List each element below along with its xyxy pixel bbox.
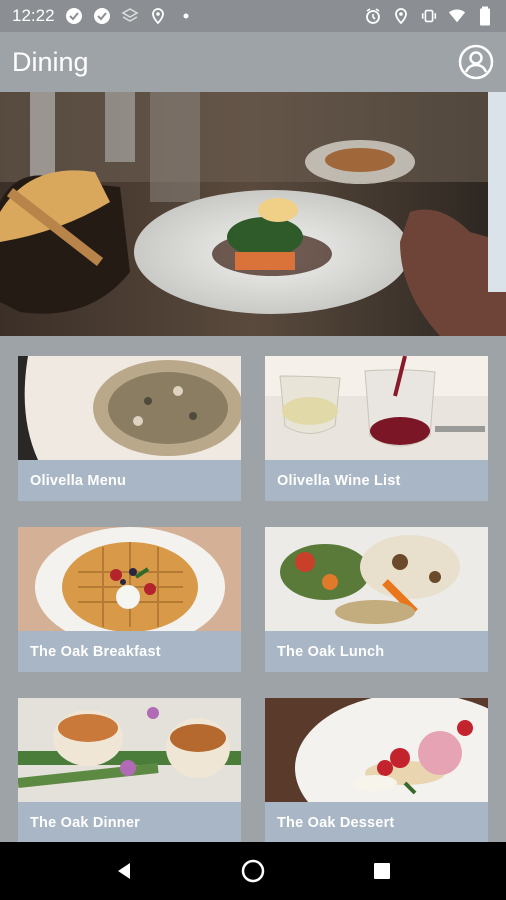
card-the-oak-lunch[interactable]: The Oak Lunch — [265, 527, 488, 672]
system-nav-bar — [0, 842, 506, 900]
wifi-icon — [448, 7, 466, 25]
alarm-icon — [364, 7, 382, 25]
page-title: Dining — [12, 46, 89, 77]
status-bar: 12:22 — [0, 0, 506, 32]
wine-glasses-photo — [265, 356, 488, 460]
back-button[interactable] — [104, 851, 144, 891]
card-olivella-wine-list[interactable]: Olivella Wine List — [265, 356, 488, 501]
back-icon — [118, 863, 131, 879]
layers-icon — [121, 7, 139, 25]
vibrate-icon — [420, 7, 438, 25]
card-the-oak-breakfast[interactable]: The Oak Breakfast — [18, 527, 241, 672]
check-circle-icon — [65, 7, 83, 25]
status-time: 12:22 — [12, 6, 55, 25]
waffle-photo — [18, 527, 241, 631]
card-label: The Oak Dessert — [265, 802, 488, 843]
battery-icon — [476, 6, 494, 26]
scallops-photo — [18, 698, 241, 802]
card-the-oak-dessert[interactable]: The Oak Dessert — [265, 698, 488, 843]
account-circle-icon — [458, 44, 494, 80]
card-label: Olivella Menu — [18, 460, 241, 501]
recents-icon — [373, 863, 390, 879]
card-the-oak-dinner[interactable]: The Oak Dinner — [18, 698, 241, 843]
card-label: The Oak Dinner — [18, 802, 241, 843]
location-pin-icon — [149, 7, 167, 25]
recents-button[interactable] — [362, 851, 402, 891]
card-label: The Oak Lunch — [265, 631, 488, 672]
home-icon — [241, 859, 265, 883]
menu-grid: Olivella Menu Olivella Wine List The Oak… — [0, 336, 506, 843]
risotto-photo — [18, 356, 241, 460]
card-olivella-menu[interactable]: Olivella Menu — [18, 356, 241, 501]
account-button[interactable] — [458, 44, 494, 80]
card-label: The Oak Breakfast — [18, 631, 241, 672]
dot-icon — [177, 7, 195, 25]
app-bar: Dining — [0, 32, 506, 92]
location-icon — [392, 7, 410, 25]
hero-image — [0, 92, 506, 336]
cauliflower-salad-photo — [265, 527, 488, 631]
dessert-photo — [265, 698, 488, 802]
card-label: Olivella Wine List — [265, 460, 488, 501]
check-circle-icon — [93, 7, 111, 25]
home-button[interactable] — [233, 851, 273, 891]
